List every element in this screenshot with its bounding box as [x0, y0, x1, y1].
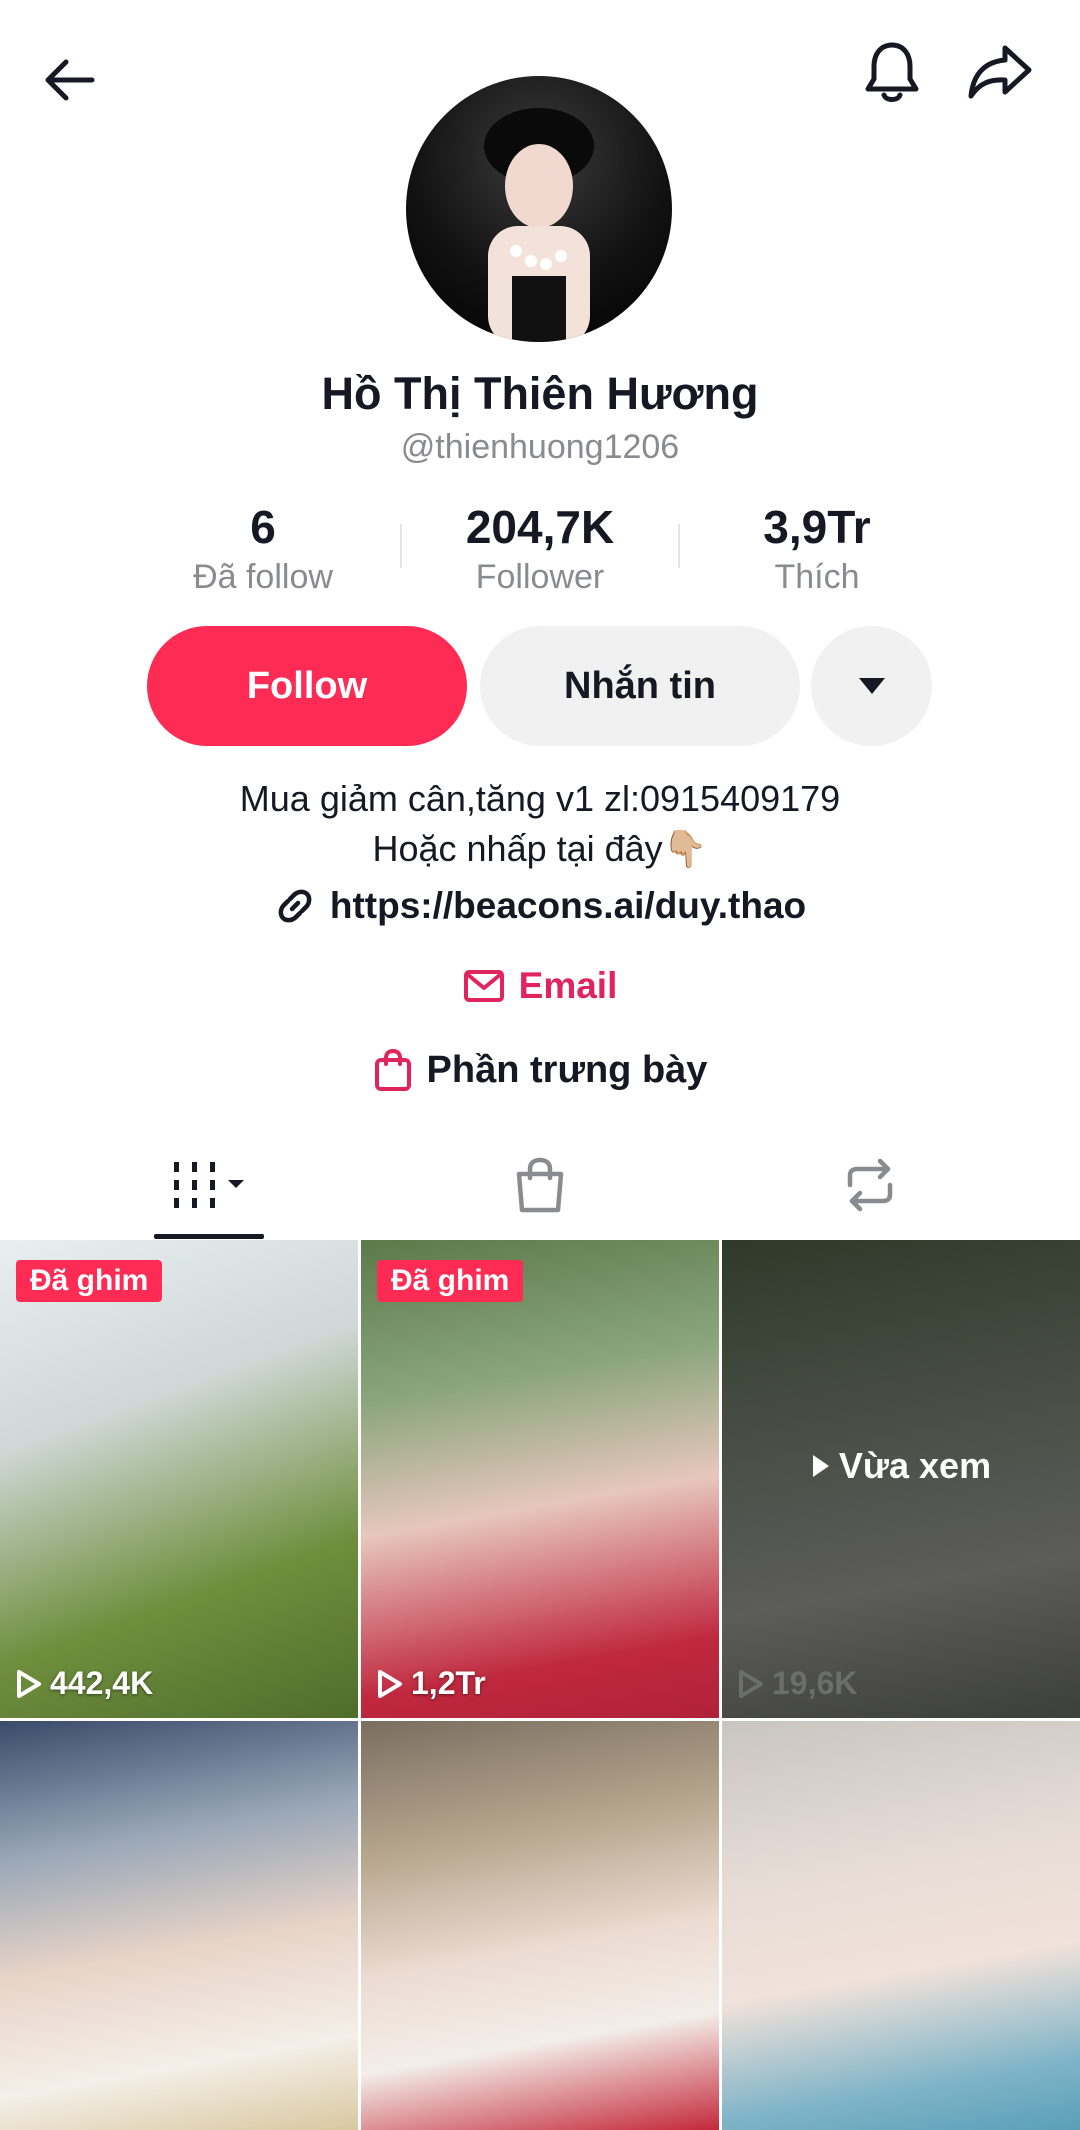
- view-count: 19,6K: [738, 1665, 857, 1702]
- bio-link-text: https://beacons.ai/duy.thao: [329, 885, 807, 926]
- mail-icon: [463, 970, 504, 1002]
- bell-icon: [865, 42, 919, 102]
- bio-link[interactable]: https://beacons.ai/duy.thao: [0, 885, 1080, 927]
- email-button[interactable]: Email: [0, 965, 1080, 1007]
- tab-active-indicator: [154, 1234, 264, 1239]
- avatar[interactable]: [406, 76, 672, 342]
- stat-likes[interactable]: 3,9Tr Thích: [687, 500, 947, 597]
- video-thumbnail[interactable]: [361, 1721, 719, 2130]
- video-thumbnail[interactable]: Đã ghim 1,2Tr: [361, 1240, 719, 1718]
- bio-line-2: Hoặc nhấp tại đây👇🏼: [372, 828, 708, 869]
- notification-button[interactable]: [852, 32, 932, 112]
- view-count-text: 19,6K: [772, 1665, 858, 1701]
- stat-divider: [678, 524, 680, 568]
- videos-grid-icon: [174, 1162, 244, 1208]
- view-count: 1,2Tr: [377, 1665, 486, 1702]
- tab-shop[interactable]: [360, 1130, 720, 1240]
- play-icon: [17, 1669, 41, 1698]
- stat-likes-label: Thích: [774, 558, 860, 596]
- stat-following-value: 6: [250, 501, 276, 553]
- tab-videos[interactable]: [30, 1130, 390, 1240]
- profile-handle: @thienhuong1206: [400, 428, 680, 466]
- stat-divider: [400, 524, 402, 568]
- stat-following[interactable]: 6 Đã follow: [133, 500, 393, 597]
- profile-name: Hồ Thị Thiên Hương: [321, 368, 759, 419]
- back-button[interactable]: [30, 40, 110, 120]
- video-thumbnail[interactable]: Đã ghim 442,4K: [0, 1240, 358, 1718]
- content-tabs: [0, 1130, 1080, 1240]
- stat-following-label: Đã follow: [193, 558, 333, 596]
- video-thumbnail[interactable]: [722, 1721, 1080, 2130]
- view-count-text: 1,2Tr: [411, 1665, 486, 1701]
- shopping-bag-icon: [516, 1157, 564, 1213]
- avatar-photo: [484, 108, 594, 342]
- share-button[interactable]: [960, 32, 1040, 112]
- stat-followers-value: 204,7K: [465, 501, 615, 553]
- play-icon: [812, 1455, 829, 1477]
- view-count: 442,4K: [16, 1665, 153, 1702]
- link-icon: [278, 889, 312, 923]
- pinned-badge: Đã ghim: [16, 1260, 163, 1302]
- stat-likes-value: 3,9Tr: [763, 501, 871, 553]
- showcase-button[interactable]: Phần trưng bày: [0, 1048, 1080, 1092]
- bio-line-1: Mua giảm cân,tăng v1 zl:0915409179: [239, 778, 841, 819]
- play-icon: [739, 1669, 763, 1698]
- more-options-button[interactable]: [811, 626, 932, 746]
- pinned-badge: Đã ghim: [377, 1260, 524, 1302]
- email-label: Email: [518, 965, 618, 1006]
- share-icon: [968, 45, 1032, 99]
- video-thumbnail[interactable]: Vừa xem 19,6K: [722, 1240, 1080, 1718]
- recently-watched-text: Vừa xem: [838, 1445, 992, 1486]
- tab-reposts[interactable]: [690, 1130, 1050, 1240]
- caret-down-icon: [858, 678, 885, 694]
- stat-followers[interactable]: 204,7K Follower: [410, 500, 670, 597]
- video-thumbnail[interactable]: [0, 1721, 358, 2130]
- stat-followers-label: Follower: [475, 558, 605, 596]
- arrow-left-icon: [45, 59, 95, 101]
- play-icon: [378, 1669, 402, 1698]
- shopping-bag-icon: [374, 1048, 411, 1091]
- message-button[interactable]: Nhắn tin: [480, 626, 800, 746]
- repost-icon: [847, 1158, 893, 1212]
- follow-button[interactable]: Follow: [147, 626, 467, 746]
- recently-watched-label: Vừa xem: [722, 1445, 1080, 1487]
- showcase-label: Phần trưng bày: [426, 1048, 708, 1091]
- view-count-text: 442,4K: [50, 1665, 154, 1701]
